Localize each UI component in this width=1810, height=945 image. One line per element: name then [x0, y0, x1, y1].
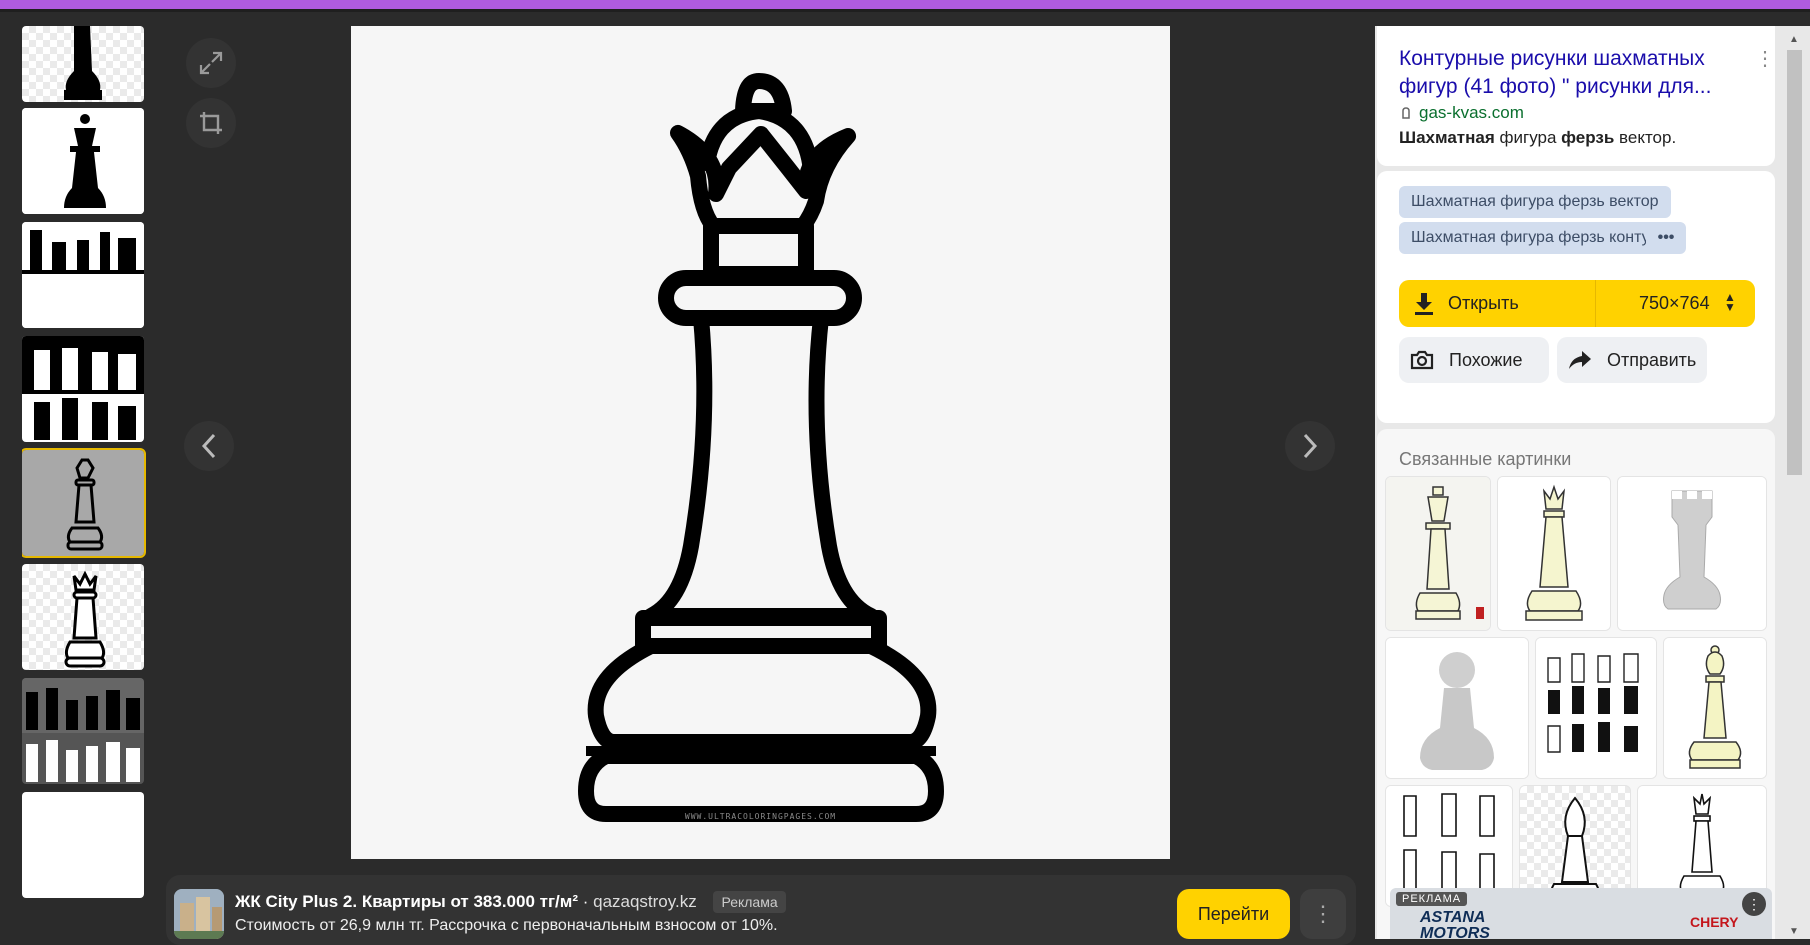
actions-card: Шахматная фигура ферзь вектор Шахматная … [1377, 171, 1775, 423]
share-label: Отправить [1607, 350, 1697, 370]
ad-title[interactable]: ЖК City Plus 2. Квартиры от 383.000 тг/м… [235, 891, 786, 913]
snippet-text-1: фигура [1494, 128, 1562, 147]
ad-go-button[interactable]: Перейти [1177, 889, 1290, 939]
scroll-down-icon[interactable]: ▼ [1789, 926, 1799, 937]
crop-button[interactable] [186, 98, 236, 148]
snippet-bold-1: Шахматная [1399, 128, 1495, 147]
sidebar: Контурные рисунки шахматных фигур (41 фо… [1375, 26, 1785, 939]
ad-domain[interactable]: qazaqstroy.kz [593, 892, 697, 911]
page-scrollbar[interactable]: ▲ ▼ [1785, 26, 1810, 939]
share-arrow-icon [1569, 351, 1591, 369]
chevron-right-icon [1303, 433, 1318, 459]
thumbnail-4[interactable] [22, 336, 144, 442]
snippet-text-2: вектор. [1614, 128, 1677, 147]
tag-queen-vector[interactable]: Шахматная фигура ферзь вектор [1399, 186, 1671, 218]
thumbnail-8[interactable] [22, 792, 144, 898]
related-image-5[interactable] [1535, 637, 1657, 779]
thumbnail-6[interactable] [22, 564, 144, 670]
source-title[interactable]: Контурные рисунки шахматных фигур (41 фо… [1399, 45, 1739, 101]
sidebar-ad-brand-line2: MOTORS [1420, 925, 1490, 940]
main-image[interactable]: WWW.ULTRACOLORINGPAGES.COM [351, 26, 1170, 859]
related-image-3[interactable] [1617, 476, 1767, 631]
thumbnail-2[interactable] [22, 108, 144, 214]
sidebar-ad-chery: CHERY [1690, 914, 1739, 930]
kebab-icon: ⋮ [1755, 48, 1775, 70]
related-image-6[interactable] [1663, 637, 1767, 779]
source-snippet: Шахматная фигура ферзь вектор. [1399, 128, 1676, 148]
browser-top-bar [0, 0, 1810, 12]
thumbnail-7[interactable] [22, 678, 144, 784]
chevron-left-icon [201, 433, 216, 459]
thumbnail-5-selected[interactable] [22, 448, 146, 558]
expand-button[interactable] [186, 38, 236, 88]
similar-button[interactable]: Похожие [1399, 337, 1549, 383]
kebab-icon: ⋮ [1312, 901, 1334, 926]
tag-queen-outline[interactable]: Шахматная фигура ферзь контур [1399, 222, 1671, 254]
ad-badge: Реклама [713, 891, 786, 913]
sidebar-ad-label: РЕКЛАМА [1396, 892, 1468, 906]
camera-search-icon [1410, 350, 1434, 370]
download-icon [1415, 293, 1433, 315]
related-title: Связанные картинки [1399, 449, 1572, 469]
source-host-text[interactable]: gas-kvas.com [1419, 103, 1524, 122]
open-label: Открыть [1448, 293, 1519, 313]
ad-description: Стоимость от 26,9 млн тг. Рассрочка с пе… [235, 917, 778, 934]
host-favicon-icon [1402, 107, 1410, 119]
tags-more-button[interactable]: ••• [1646, 222, 1686, 254]
sidebar-ad-more-button[interactable]: ⋮ [1742, 892, 1766, 916]
share-button[interactable]: Отправить [1557, 337, 1707, 383]
image-watermark: WWW.ULTRACOLORINGPAGES.COM [684, 812, 837, 821]
sidebar-ad-tile[interactable]: РЕКЛАМА ASTANA MOTORS CHERY ⋮ [1390, 888, 1772, 939]
related-image-2[interactable] [1497, 476, 1611, 631]
scrollbar-thumb[interactable] [1787, 50, 1802, 475]
size-select-arrows-icon: ▲ ▼ [1724, 290, 1736, 314]
expand-icon [199, 51, 223, 75]
scroll-up-icon[interactable]: ▲ [1789, 34, 1799, 45]
next-image-button[interactable] [1285, 421, 1335, 471]
crop-icon [200, 112, 222, 134]
ad-more-button[interactable]: ⋮ [1300, 889, 1346, 939]
open-button[interactable]: Открыть 750×764 ▲ ▼ [1399, 280, 1755, 327]
kebab-icon: ⋮ [1747, 895, 1761, 912]
similar-label: Похожие [1449, 350, 1523, 370]
source-menu-button[interactable]: ⋮ [1755, 46, 1775, 71]
sidebar-ad-brand: ASTANA MOTORS [1420, 909, 1490, 940]
ad-banner[interactable]: ЖК City Plus 2. Квартиры от 383.000 тг/м… [166, 875, 1356, 945]
source-card: Контурные рисунки шахматных фигур (41 фо… [1377, 26, 1775, 166]
related-image-1[interactable] [1385, 476, 1491, 631]
thumbnail-3[interactable] [22, 222, 144, 328]
size-select[interactable]: 750×764 [1639, 293, 1710, 314]
ad-image [174, 889, 224, 939]
source-host[interactable]: gas-kvas.com [1399, 103, 1524, 123]
related-image-4[interactable] [1385, 637, 1529, 779]
thumbnail-1[interactable] [22, 26, 144, 102]
ad-title-text[interactable]: ЖК City Plus 2. Квартиры от 383.000 тг/м… [235, 892, 578, 911]
ad-separator: · [578, 892, 594, 911]
sidebar-ad-brand-line1: ASTANA [1420, 909, 1486, 926]
snippet-bold-2: ферзь [1561, 128, 1615, 147]
thumbnail-strip[interactable] [22, 26, 146, 939]
prev-image-button[interactable] [184, 421, 234, 471]
